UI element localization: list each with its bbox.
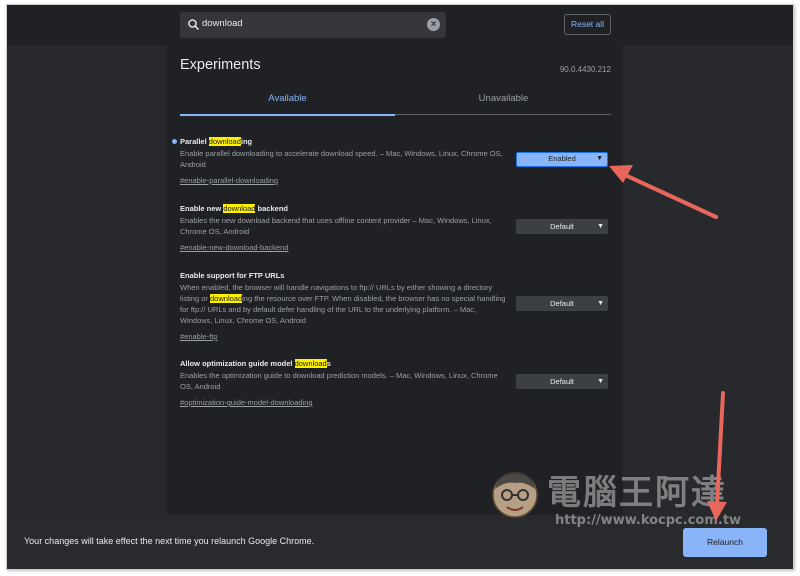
browser-window: download × Reset all Experiments 90.0.44… — [6, 4, 794, 570]
arrow-to-relaunch-button — [707, 391, 727, 521]
arrow-to-enabled-select — [609, 165, 718, 219]
annotation-arrows — [609, 165, 727, 521]
